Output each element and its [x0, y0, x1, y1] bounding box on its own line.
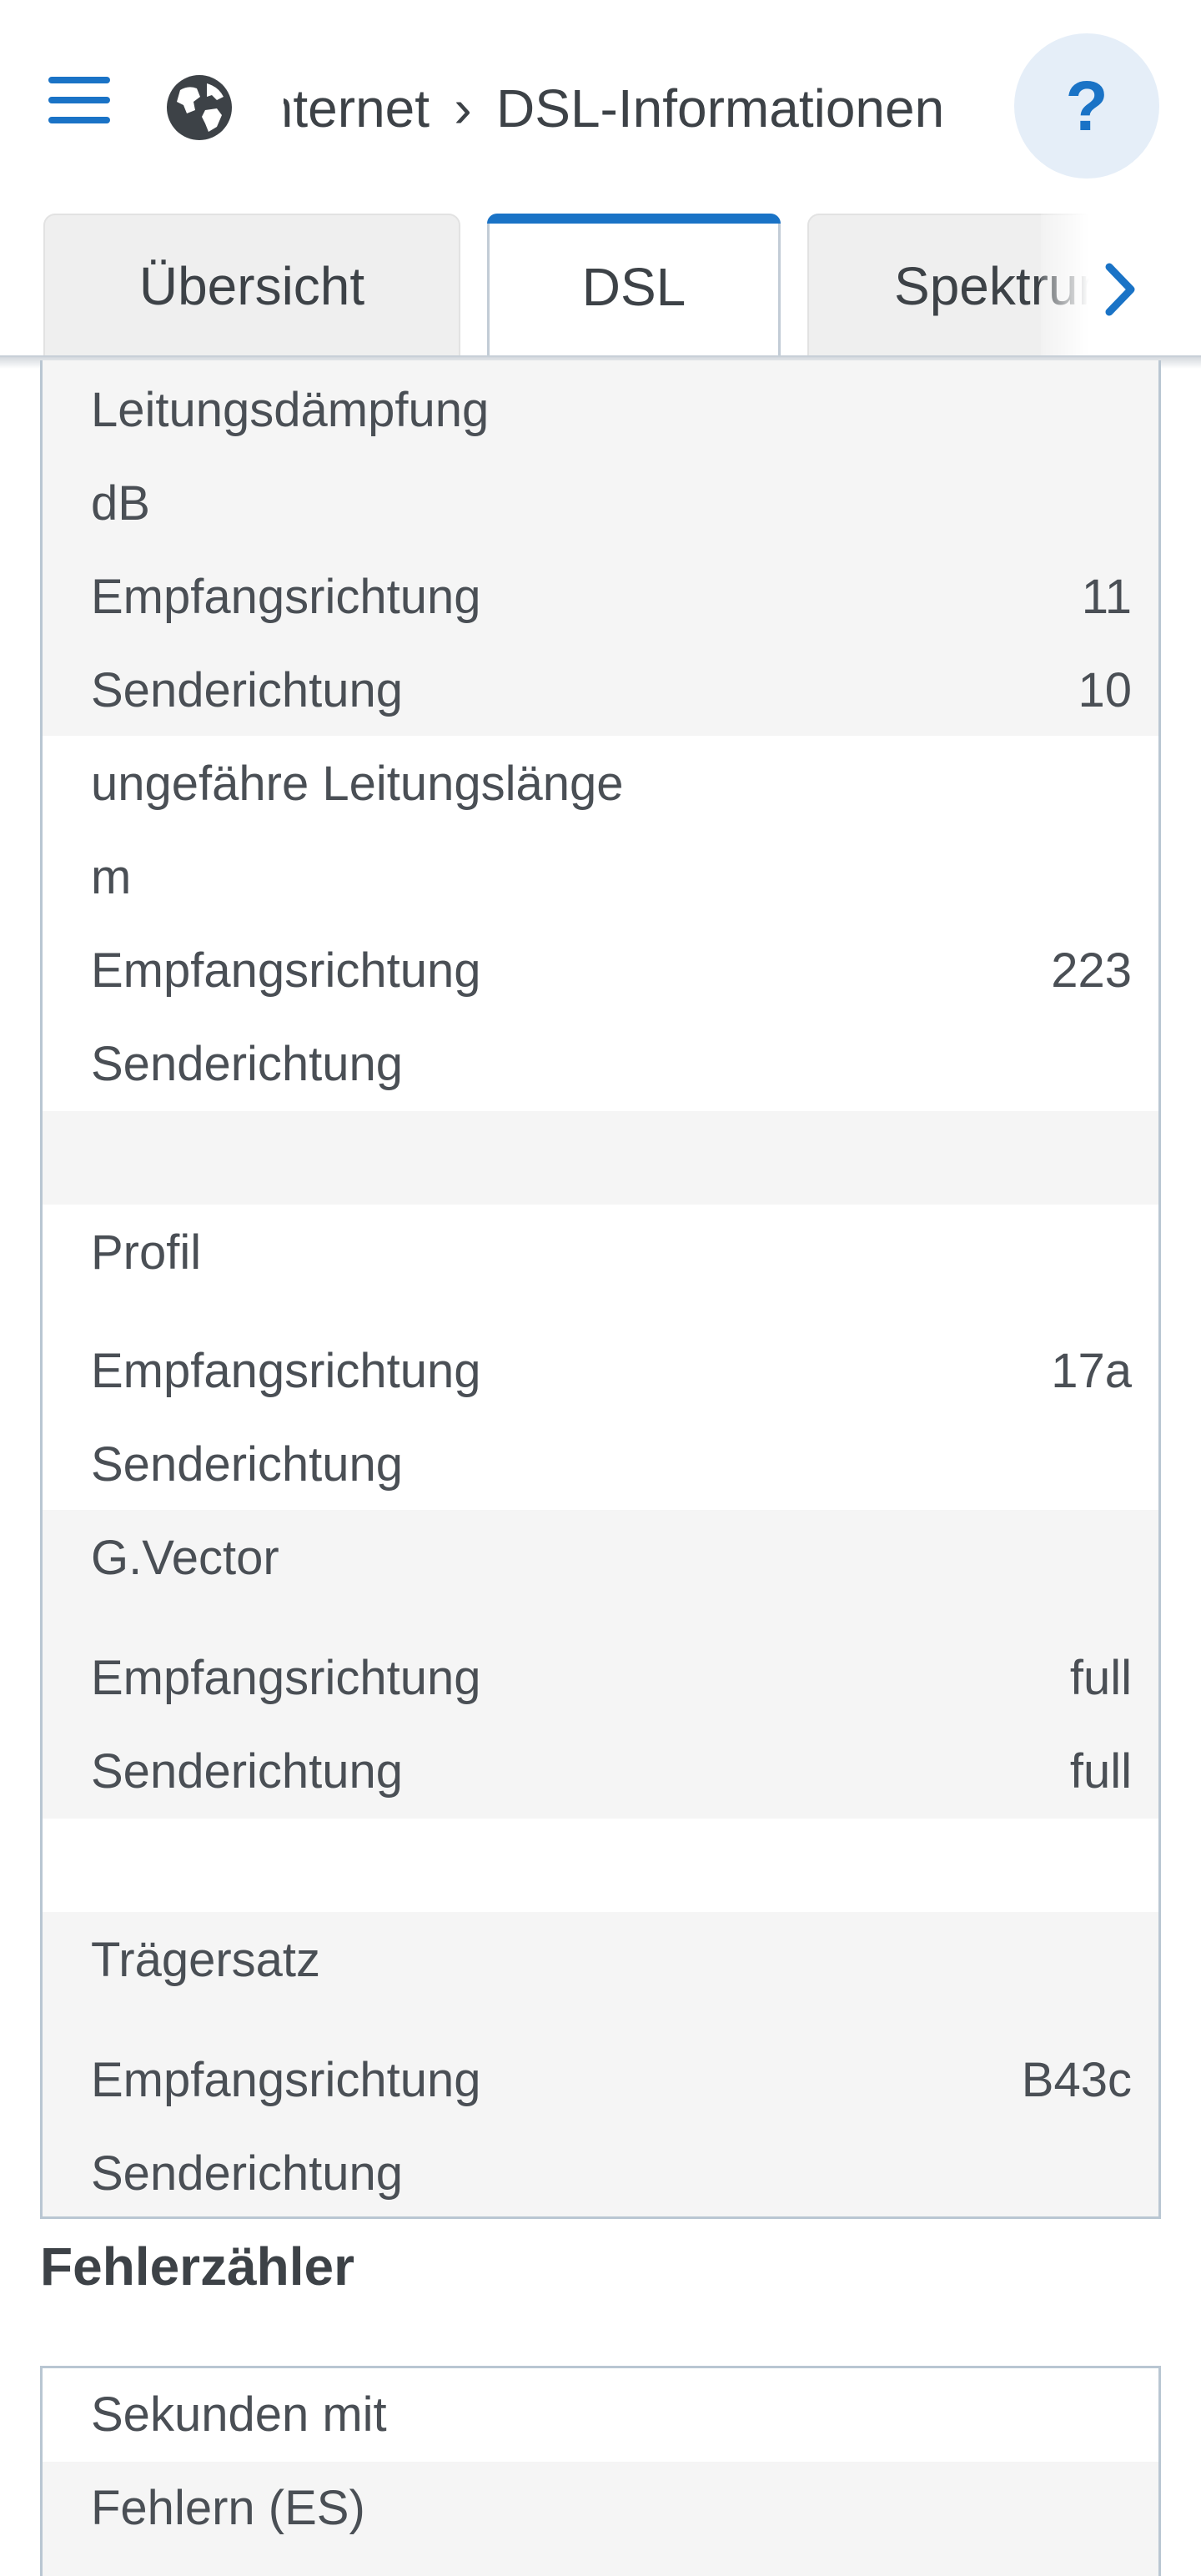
attenuation-unit: dB — [91, 476, 150, 531]
table-row: Fehlern (ES) — [43, 2462, 1158, 2576]
gvector-label: G.Vector — [91, 1531, 279, 1585]
table-row-line-length: ungefähre Leitungslänge m Empfangsrichtu… — [43, 736, 1158, 1111]
section-title-error-counter: Fehlerzähler — [40, 2236, 355, 2297]
gvector-upstream-label: Senderichtung — [91, 1744, 404, 1799]
profile-upstream-label: Senderichtung — [91, 1437, 404, 1492]
gvector-upstream-value: full — [1069, 1744, 1132, 1799]
profile-downstream-label: Empfangsrichtung — [91, 1344, 481, 1398]
gvector-downstream-label: Empfangsrichtung — [91, 1651, 481, 1705]
breadcrumb: Internet › DSL-Informationen — [284, 67, 992, 150]
attenuation-downstream-label: Empfangsrichtung — [91, 570, 481, 624]
table-row-profile: Profil Empfangsrichtung 17a Senderichtung — [43, 1205, 1158, 1510]
tab-uebersicht[interactable]: Übersicht — [43, 214, 460, 357]
carrier-set-upstream-label: Senderichtung — [91, 2146, 404, 2201]
line-length-downstream-label: Empfangsrichtung — [91, 943, 481, 998]
carrier-set-downstream-label: Empfangsrichtung — [91, 2053, 481, 2107]
attenuation-upstream-value: 10 — [1078, 663, 1132, 717]
attenuation-downstream-value: 11 — [1081, 570, 1132, 624]
line-length-upstream-label: Senderichtung — [91, 1037, 404, 1091]
table-row-spacer — [43, 1819, 1158, 1912]
error-counter-table: Sekunden mit Fehlern (ES) — [40, 2366, 1161, 2576]
table-row-carrier-set: Trägersatz Empfangsrichtung B43c Senderic… — [43, 1912, 1158, 2216]
carrier-set-downstream-value: B43c — [1021, 2053, 1132, 2107]
globe-icon — [167, 75, 232, 140]
profile-downstream-value: 17a — [1051, 1344, 1132, 1398]
table-row-attenuation: Leitungsdämpfung dB Empfangsrichtung 11 S… — [43, 360, 1158, 736]
dsl-table: Leitungsdämpfung dB Empfangsrichtung 11 S… — [40, 360, 1161, 2219]
attenuation-label: Leitungsdämpfung — [91, 383, 490, 437]
line-length-label: ungefähre Leitungslänge — [91, 757, 624, 811]
help-button[interactable]: ? — [1014, 33, 1159, 179]
carrier-set-label: Trägersatz — [91, 1933, 321, 1987]
error-row-label: Fehlern (ES) — [91, 2481, 365, 2535]
table-row-spacer — [43, 1111, 1158, 1205]
profile-label: Profil — [91, 1225, 202, 1280]
header: Internet › DSL-Informationen ? — [0, 0, 1201, 213]
table-row-gvector: G.Vector Empfangsrichtung full Sendericht… — [43, 1510, 1158, 1819]
menu-icon[interactable] — [48, 77, 110, 123]
table-row: Sekunden mit — [43, 2368, 1158, 2462]
chevron-right-icon: › — [454, 78, 472, 138]
breadcrumb-parent[interactable]: Internet — [284, 78, 430, 139]
error-row-label: Sekunden mit — [91, 2387, 387, 2442]
chevron-right-icon — [1105, 263, 1135, 316]
line-length-unit: m — [91, 850, 132, 904]
breadcrumb-current: DSL-Informationen — [496, 78, 945, 138]
gvector-downstream-value: full — [1069, 1651, 1132, 1705]
tab-dsl[interactable]: DSL — [487, 214, 781, 357]
tab-scroll-next-button[interactable] — [1041, 214, 1201, 357]
line-length-downstream-value: 223 — [1051, 943, 1132, 998]
attenuation-upstream-label: Senderichtung — [91, 663, 404, 717]
